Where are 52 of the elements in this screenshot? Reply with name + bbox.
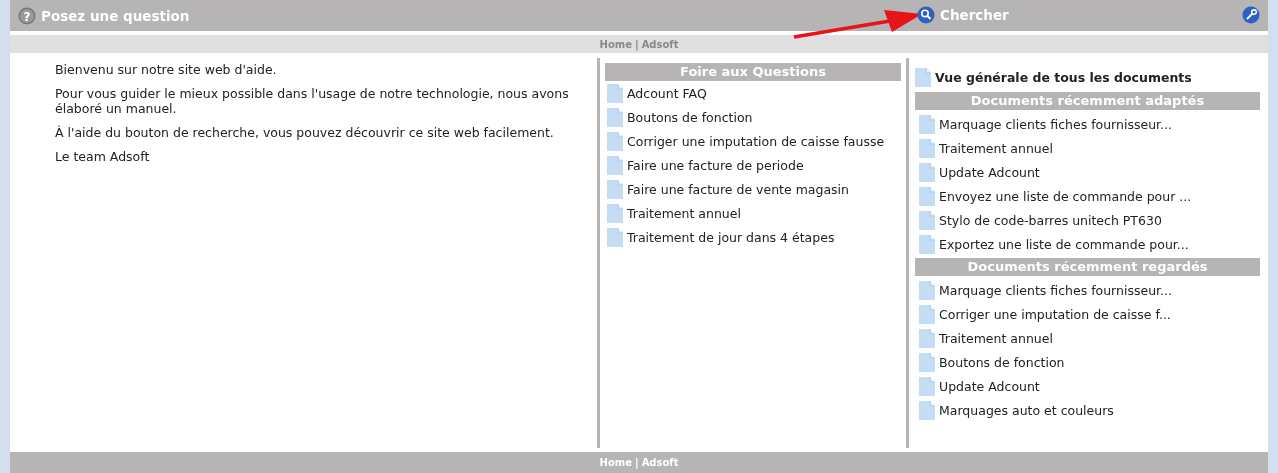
document-link[interactable]: Update Adcount xyxy=(915,160,1260,184)
document-icon xyxy=(919,186,935,206)
document-link[interactable]: Adcount FAQ xyxy=(605,81,901,105)
document-icon xyxy=(919,138,935,158)
overview-link[interactable]: Vue générale de tous les documents xyxy=(915,65,1260,89)
document-link[interactable]: Stylo de code-barres unitech PT630 xyxy=(915,208,1260,232)
document-link[interactable]: Boutons de fonction xyxy=(915,350,1260,374)
document-icon xyxy=(919,376,935,396)
intro-paragraph: À l'aide du bouton de recherche, vous pouvez découvrir ce site web facilement. xyxy=(55,125,555,140)
page-title: Posez une question xyxy=(41,7,190,24)
document-link[interactable]: Envoyez une liste de commande pour ... xyxy=(915,184,1260,208)
document-icon xyxy=(607,179,623,199)
document-link[interactable]: Exportez une liste de commande pour... xyxy=(915,232,1260,256)
document-link[interactable]: Boutons de fonction xyxy=(605,105,901,129)
document-link[interactable]: Traitement de jour dans 4 étapes xyxy=(605,225,901,249)
document-icon xyxy=(919,162,935,182)
document-icon xyxy=(607,83,623,103)
document-icon xyxy=(919,304,935,324)
document-link[interactable]: Marquages auto et couleurs xyxy=(915,398,1260,422)
separator: | xyxy=(634,38,639,50)
document-icon xyxy=(607,131,623,151)
document-icon xyxy=(915,67,931,87)
document-icon xyxy=(919,114,935,134)
document-icon xyxy=(607,155,623,175)
document-link[interactable]: Update Adcount xyxy=(915,374,1260,398)
document-link[interactable]: Traitement annuel xyxy=(915,136,1260,160)
document-link[interactable]: Corriger une imputation de caisse f... xyxy=(915,302,1260,326)
document-link[interactable]: Faire une facture de periode xyxy=(605,153,901,177)
document-icon xyxy=(919,400,935,420)
intro-paragraph: Pour vous guider le mieux possible dans l'usage de notre technologie, nous avons élaboré un manuel. xyxy=(55,86,570,116)
document-link[interactable]: Marquage clients fiches fournisseur... xyxy=(915,278,1260,302)
document-icon xyxy=(919,280,935,300)
document-link[interactable]: Traitement annuel xyxy=(915,326,1260,350)
document-icon xyxy=(919,234,935,254)
document-icon xyxy=(607,227,623,247)
document-icon xyxy=(919,210,935,230)
separator: | xyxy=(634,457,639,468)
document-link[interactable]: Marquage clients fiches fournisseur... xyxy=(915,112,1260,136)
tools-icon[interactable] xyxy=(1242,6,1260,24)
section-header: Foire aux Questions xyxy=(605,63,901,81)
intro-paragraph: Bienvenu sur notre site web d'aide. xyxy=(55,62,278,77)
section-header: Documents récemment regardés xyxy=(915,258,1260,276)
intro-paragraph: Le team Adsoft xyxy=(55,149,151,164)
document-link[interactable]: Corriger une imputation de caisse fausse xyxy=(605,129,901,153)
document-link[interactable]: Faire une facture de vente magasin xyxy=(605,177,901,201)
document-icon xyxy=(607,203,623,223)
document-icon xyxy=(607,107,623,127)
document-icon xyxy=(919,328,935,348)
section-header: Documents récemment adaptés xyxy=(915,92,1260,110)
document-link[interactable]: Traitement annuel xyxy=(605,201,901,225)
document-icon xyxy=(919,352,935,372)
search-icon xyxy=(917,6,935,24)
